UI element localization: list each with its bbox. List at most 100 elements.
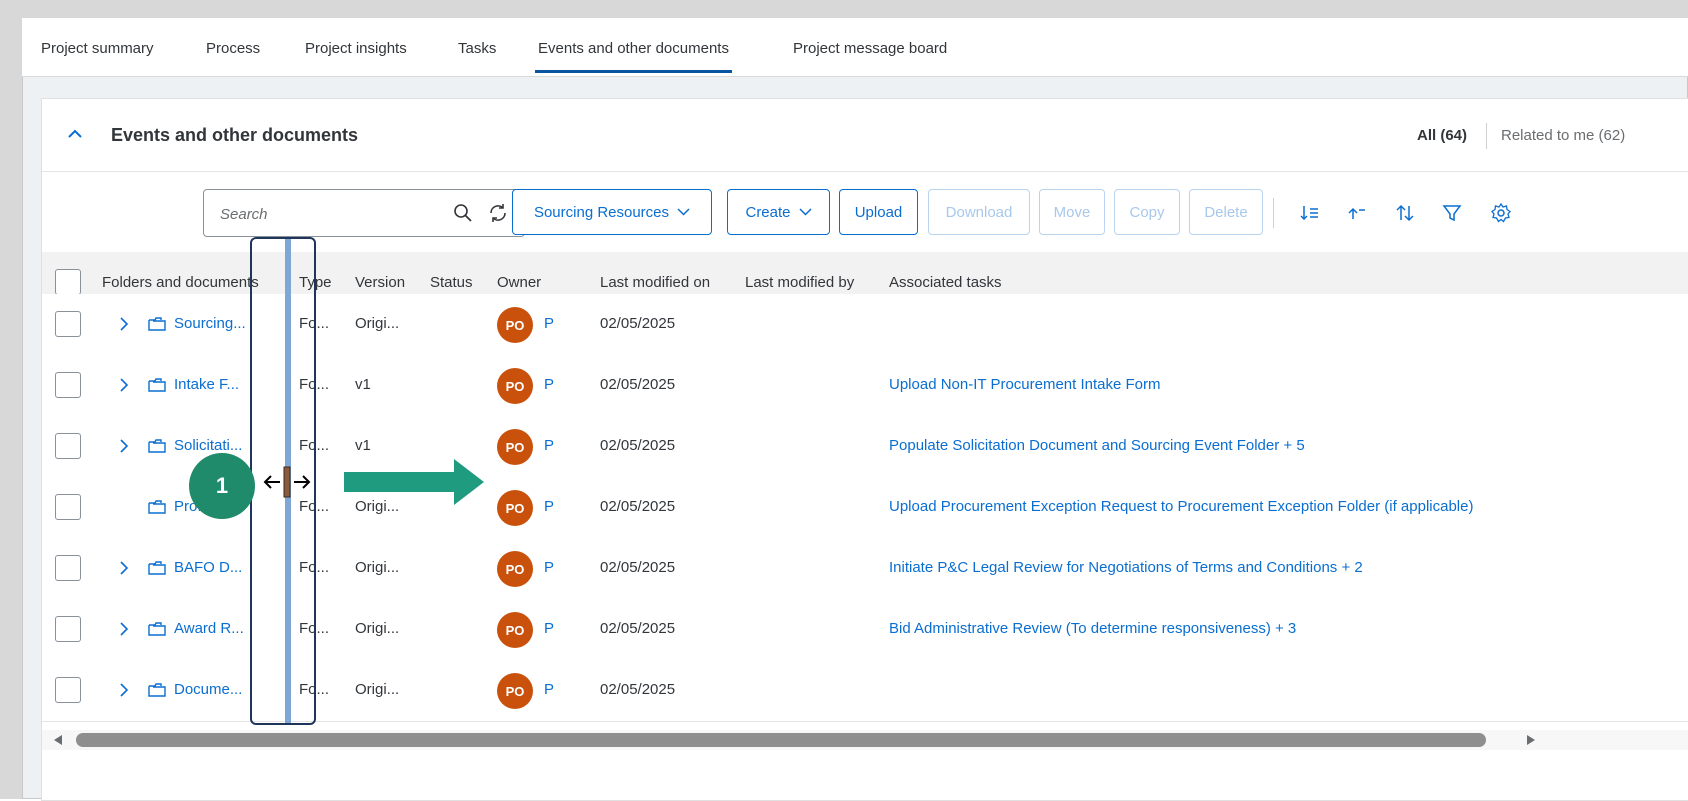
associated-task-link[interactable]: Bid Administrative Review (To determine … (889, 620, 1296, 637)
create-label: Create (745, 203, 791, 221)
search-field[interactable] (203, 189, 525, 237)
move-button[interactable]: Move (1039, 189, 1105, 235)
chevron-up-icon[interactable] (66, 125, 84, 143)
owner-name-link[interactable]: P (544, 315, 554, 332)
associated-task-link[interactable]: Upload Procurement Exception Request to … (889, 498, 1473, 515)
associated-task-link[interactable]: Upload Non-IT Procurement Intake Form (889, 376, 1161, 393)
version-cell: Origi... (355, 620, 400, 637)
chevron-right-icon[interactable] (119, 378, 129, 392)
filter-related-to-me[interactable]: Related to me (62) (1501, 127, 1625, 144)
modified-date-cell: 02/05/2025 (600, 376, 676, 393)
folder-icon (148, 561, 166, 575)
chevron-right-icon[interactable] (119, 683, 129, 697)
row-checkbox[interactable] (55, 433, 81, 459)
column-header-associated-tasks[interactable]: Associated tasks (889, 274, 1002, 291)
scrollbar-thumb[interactable] (76, 733, 1486, 747)
create-button[interactable]: Create (727, 189, 830, 235)
version-cell: Origi... (355, 681, 400, 698)
document-name-link[interactable]: BAFO D... (174, 559, 242, 576)
sort-icon[interactable] (1393, 201, 1417, 225)
chevron-right-icon[interactable] (119, 561, 129, 575)
modified-date-cell: 02/05/2025 (600, 559, 676, 576)
row-checkbox[interactable] (55, 555, 81, 581)
column-header-version[interactable]: Version (355, 274, 405, 291)
owner-name-link[interactable]: P (544, 498, 554, 515)
owner-avatar[interactable]: PO (497, 551, 533, 587)
step-number-badge: 1 (189, 453, 255, 519)
document-name-link[interactable]: Award R... (174, 620, 244, 637)
document-name-link[interactable]: Sourcing... (174, 315, 246, 332)
select-all-checkbox[interactable] (55, 269, 81, 295)
row-checkbox[interactable] (55, 616, 81, 642)
owner-avatar[interactable]: PO (497, 429, 533, 465)
chevron-down-icon (798, 208, 812, 216)
folder-icon (148, 500, 166, 514)
modified-date-cell: 02/05/2025 (600, 620, 676, 637)
resize-cursor-icon (263, 466, 311, 498)
column-header-last-modified-by[interactable]: Last modified by (745, 274, 854, 291)
delete-button[interactable]: Delete (1189, 189, 1263, 235)
folder-icon (148, 439, 166, 453)
owner-avatar[interactable]: PO (497, 673, 533, 709)
tab-process[interactable]: Process (206, 40, 260, 57)
copy-button[interactable]: Copy (1114, 189, 1180, 235)
filter-divider (1486, 123, 1487, 149)
modified-date-cell: 02/05/2025 (600, 681, 676, 698)
search-icon[interactable] (453, 203, 473, 223)
upload-button[interactable]: Upload (839, 189, 918, 235)
scroll-right-icon[interactable] (1527, 735, 1535, 745)
download-button[interactable]: Download (928, 189, 1030, 235)
folder-icon (148, 622, 166, 636)
scroll-left-icon[interactable] (54, 735, 62, 745)
owner-avatar[interactable]: PO (497, 490, 533, 526)
chevron-right-icon[interactable] (119, 439, 129, 453)
version-cell: v1 (355, 437, 371, 454)
row-checkbox[interactable] (55, 494, 81, 520)
owner-avatar[interactable]: PO (497, 307, 533, 343)
row-checkbox[interactable] (55, 311, 81, 337)
folder-icon (148, 317, 166, 331)
tab-project-summary[interactable]: Project summary (41, 40, 154, 57)
sort-descending-icon[interactable] (1298, 201, 1322, 225)
tab-tasks[interactable]: Tasks (458, 40, 496, 57)
refresh-icon[interactable] (487, 202, 509, 224)
modified-date-cell: 02/05/2025 (600, 315, 676, 332)
column-header-last-modified-on[interactable]: Last modified on (600, 274, 710, 291)
chevron-right-icon[interactable] (119, 622, 129, 636)
sourcing-resources-label: Sourcing Resources (533, 203, 670, 221)
horizontal-scrollbar[interactable] (42, 730, 1688, 750)
drag-direction-arrow-icon (344, 459, 484, 505)
column-header-folders[interactable]: Folders and documents (102, 274, 259, 291)
column-header-status[interactable]: Status (430, 274, 473, 291)
folder-icon (148, 683, 166, 697)
associated-task-link[interactable]: Initiate P&C Legal Review for Negotiatio… (889, 559, 1363, 576)
filter-all[interactable]: All (64) (1417, 127, 1467, 144)
chevron-down-icon (677, 208, 690, 216)
owner-name-link[interactable]: P (544, 620, 554, 637)
search-input[interactable] (218, 202, 442, 226)
row-checkbox[interactable] (55, 372, 81, 398)
document-name-link[interactable]: Docume... (174, 681, 242, 698)
filter-icon[interactable] (1440, 201, 1464, 225)
column-header-owner[interactable]: Owner (497, 274, 541, 291)
associated-task-link[interactable]: Populate Solicitation Document and Sourc… (889, 437, 1305, 454)
tab-events-and-other-documents[interactable]: Events and other documents (535, 40, 732, 73)
settings-gear-icon[interactable] (1489, 201, 1513, 225)
row-checkbox[interactable] (55, 677, 81, 703)
chevron-right-icon[interactable] (119, 317, 129, 331)
document-name-link[interactable]: Solicitati... (174, 437, 242, 454)
sort-ascending-icon[interactable] (1345, 201, 1369, 225)
modified-date-cell: 02/05/2025 (600, 437, 676, 454)
document-name-link[interactable]: Intake F... (174, 376, 239, 393)
owner-name-link[interactable]: P (544, 559, 554, 576)
owner-name-link[interactable]: P (544, 437, 554, 454)
tab-bar: Project summary Process Project insights… (22, 18, 1688, 77)
tab-project-message-board[interactable]: Project message board (793, 40, 947, 57)
owner-name-link[interactable]: P (544, 681, 554, 698)
owner-avatar[interactable]: PO (497, 368, 533, 404)
tab-project-insights[interactable]: Project insights (305, 40, 407, 57)
owner-name-link[interactable]: P (544, 376, 554, 393)
version-cell: Origi... (355, 559, 400, 576)
sourcing-resources-button[interactable]: Sourcing Resources (512, 189, 712, 235)
owner-avatar[interactable]: PO (497, 612, 533, 648)
